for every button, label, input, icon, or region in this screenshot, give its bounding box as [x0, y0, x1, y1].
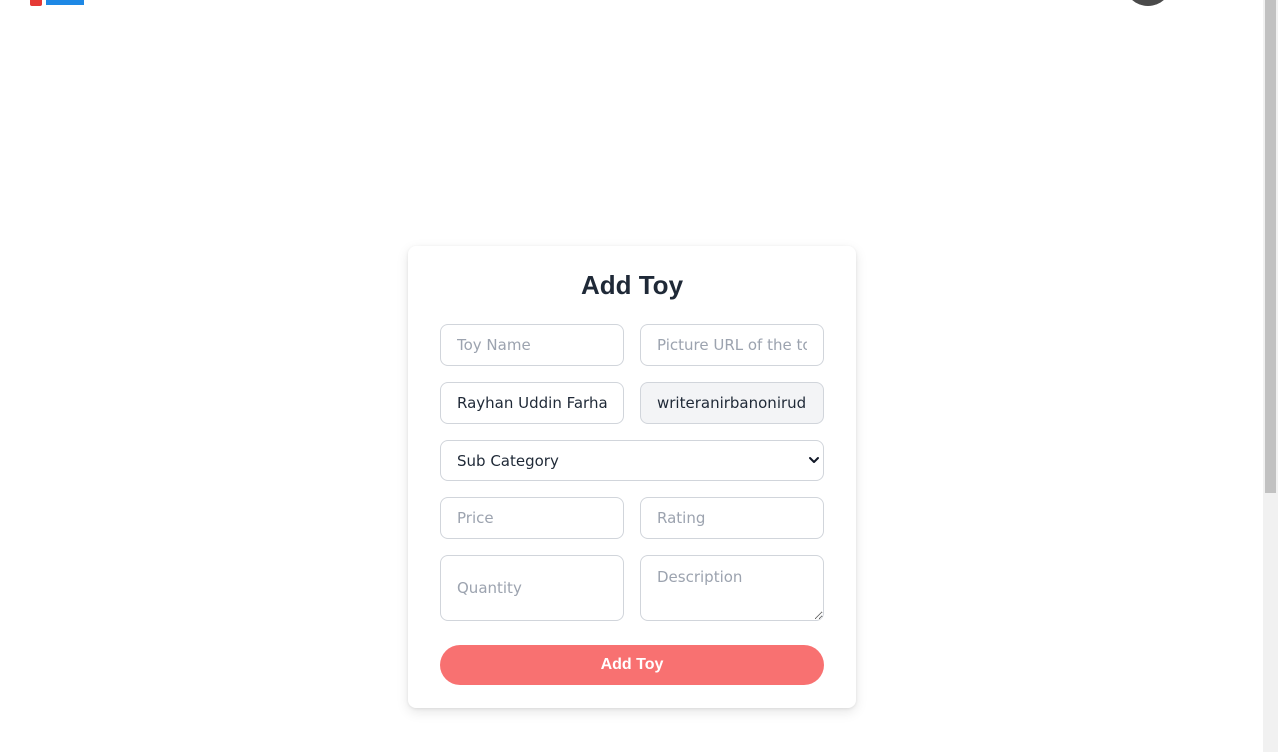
add-toy-button[interactable]: Add Toy: [440, 645, 824, 685]
seller-name-input[interactable]: [440, 382, 624, 424]
rating-input[interactable]: [640, 497, 824, 539]
page: Add Toy Sub Category Add Toy: [0, 0, 1278, 752]
scrollbar-thumb[interactable]: [1265, 0, 1276, 493]
quantity-input[interactable]: [440, 555, 624, 621]
toy-name-input[interactable]: [440, 324, 624, 366]
price-input[interactable]: [440, 497, 624, 539]
user-avatar-icon[interactable]: [1124, 0, 1172, 6]
toy-blocks-logo-icon[interactable]: [20, 0, 90, 10]
picture-url-input[interactable]: [640, 324, 824, 366]
seller-email-input[interactable]: [640, 382, 824, 424]
page-scrollbar[interactable]: [1263, 0, 1278, 752]
sub-category-select[interactable]: Sub Category: [440, 440, 824, 481]
description-textarea[interactable]: [640, 555, 824, 621]
add-toy-form: Add Toy Sub Category Add Toy: [408, 246, 856, 708]
form-title: Add Toy: [580, 270, 684, 300]
